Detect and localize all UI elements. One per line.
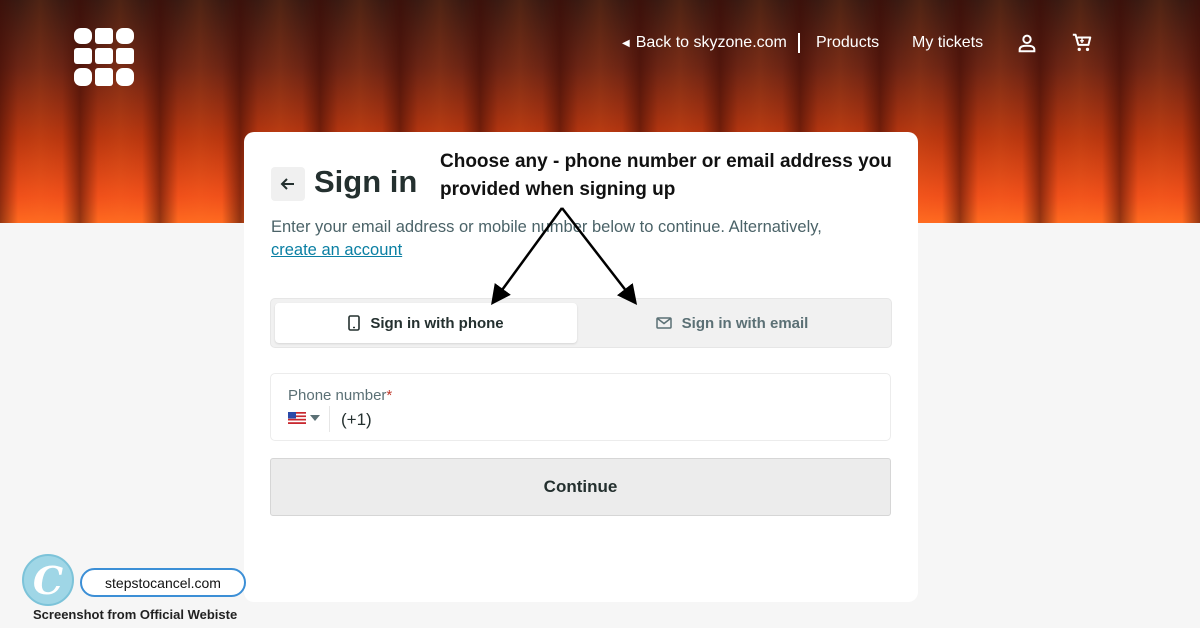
phone-icon xyxy=(348,315,361,331)
back-to-site-link[interactable]: ◀ Back to skyzone.com xyxy=(622,34,787,52)
phone-number-field[interactable]: Phone number* xyxy=(270,373,891,441)
watermark-site-label: stepstocancel.com xyxy=(80,568,246,597)
nav-my-tickets-link[interactable]: My tickets xyxy=(912,34,983,52)
nav-divider xyxy=(798,33,800,53)
user-icon[interactable] xyxy=(1016,32,1038,54)
tab-email-label: Sign in with email xyxy=(681,314,809,332)
create-account-link[interactable]: create an account xyxy=(271,241,402,259)
required-mark: * xyxy=(386,387,393,404)
arrow-left-icon xyxy=(280,178,294,190)
field-divider xyxy=(329,406,330,432)
annotation-arrows xyxy=(491,207,638,306)
skyzone-logo-icon[interactable] xyxy=(72,26,136,88)
nav-products-link[interactable]: Products xyxy=(816,34,879,52)
phone-number-input[interactable] xyxy=(341,408,841,432)
phone-number-label: Phone number* xyxy=(288,387,393,404)
stepstocancel-logo: C xyxy=(22,554,74,606)
tab-phone-label: Sign in with phone xyxy=(370,314,504,332)
country-code-selector[interactable] xyxy=(288,412,320,424)
continue-button[interactable]: Continue xyxy=(270,458,891,516)
chevron-down-icon xyxy=(310,415,320,421)
back-link-label: Back to skyzone.com xyxy=(635,34,787,51)
cart-icon[interactable] xyxy=(1070,32,1094,54)
back-button[interactable] xyxy=(271,167,305,201)
page-title: Sign in xyxy=(314,164,418,199)
chevron-left-icon: ◀ xyxy=(622,37,630,49)
annotation-text: Choose any - phone number or email addre… xyxy=(440,151,892,200)
mail-icon xyxy=(655,317,672,329)
watermark-caption: Screenshot from Official Webiste xyxy=(33,607,238,622)
us-flag-icon xyxy=(288,412,306,424)
